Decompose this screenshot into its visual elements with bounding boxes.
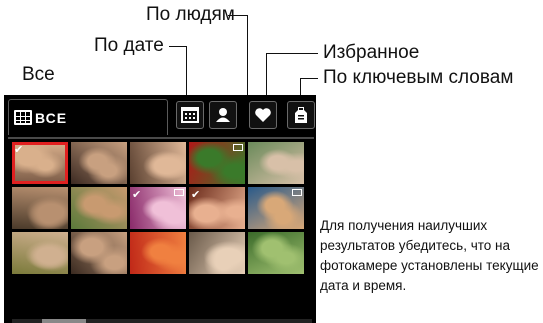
multi-photo-icon [292, 189, 302, 196]
date-time-note: Для получения наилучших результатов убед… [320, 218, 539, 293]
tab-divider [8, 137, 314, 139]
grid-view-icon [14, 110, 32, 125]
thumbnail-grid: ✔ ✔ ✔ [12, 142, 304, 274]
leader-by-date-v [186, 46, 187, 95]
photo-thumbnail[interactable] [130, 232, 186, 274]
leader-keywords-v [300, 78, 301, 95]
tab-favorites[interactable] [249, 101, 277, 129]
leader-favorites-v [266, 53, 267, 95]
photo-thumbnail[interactable] [248, 142, 304, 184]
leader-favorites-h [266, 53, 318, 54]
photo-thumbnail[interactable] [248, 187, 304, 229]
photo-thumbnail[interactable] [71, 187, 127, 229]
callout-by-people: По людям [146, 4, 235, 25]
photo-thumbnail[interactable] [71, 142, 127, 184]
callout-by-date: По дате [94, 35, 164, 56]
scrollbar-thumb[interactable] [42, 319, 86, 323]
person-icon [216, 108, 230, 122]
callout-by-keywords: По ключевым словам [323, 67, 514, 88]
tab-all[interactable]: ВСЕ [8, 99, 168, 135]
checkmark-icon: ✔ [191, 188, 201, 201]
heart-icon [255, 108, 271, 122]
photo-thumbnail[interactable]: ✔ [189, 187, 245, 229]
checkmark-icon: ✔ [14, 143, 24, 156]
tab-by-date[interactable] [176, 101, 204, 129]
tag-icon [295, 107, 307, 123]
photo-thumbnail[interactable] [12, 232, 68, 274]
multi-photo-icon [233, 144, 243, 151]
photo-thumbnail[interactable] [71, 232, 127, 274]
photo-thumbnail[interactable]: ✔ [130, 187, 186, 229]
tab-by-people[interactable] [209, 101, 237, 129]
leader-by-people-h [228, 15, 248, 16]
callout-favorites: Избранное [323, 42, 420, 63]
photo-thumbnail[interactable] [189, 232, 245, 274]
multi-photo-icon [174, 189, 184, 196]
leader-keywords-h [300, 78, 318, 79]
tab-all-label: ВСЕ [35, 110, 68, 126]
checkmark-icon: ✔ [132, 188, 142, 201]
tab-by-keywords[interactable] [287, 101, 315, 129]
leader-by-date-h [169, 46, 187, 47]
photo-thumbnail[interactable] [12, 187, 68, 229]
photo-thumbnail[interactable] [189, 142, 245, 184]
calendar-icon [181, 107, 199, 123]
leader-by-people-v [247, 15, 248, 95]
scrollbar[interactable] [12, 319, 312, 323]
camera-screen: ВСЕ ✔ ✔ ✔ [4, 95, 316, 323]
photo-thumbnail[interactable]: ✔ [12, 142, 68, 184]
callout-all: Все [22, 64, 55, 85]
photo-thumbnail[interactable] [130, 142, 186, 184]
photo-thumbnail[interactable] [248, 232, 304, 274]
